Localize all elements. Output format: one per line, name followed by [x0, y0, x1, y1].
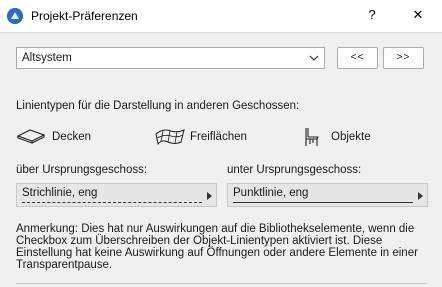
- preset-dropdown[interactable]: Altsystem: [16, 47, 325, 69]
- slab-icon: [16, 129, 46, 144]
- note-text: Anmerkung: Dies hat nur Auswirkungen auf…: [16, 223, 418, 271]
- below-story-label: unter Ursprungsgeschoss:: [227, 164, 362, 176]
- title-bar: Projekt-Präferenzen ? ✕: [0, 0, 442, 32]
- dashed-line-preview: [22, 202, 202, 203]
- next-preset-button[interactable]: >>: [383, 47, 424, 69]
- triangle-right-icon: [207, 192, 212, 200]
- below-linetype-value: Punktlinie, eng: [233, 187, 309, 199]
- app-logo-icon: [7, 8, 23, 24]
- preset-dropdown-value: Altsystem: [22, 52, 72, 64]
- chair-icon: [305, 128, 319, 146]
- window-title: Projekt-Präferenzen: [31, 9, 138, 23]
- slab-label: Decken: [52, 131, 91, 143]
- divider: [16, 283, 426, 284]
- chevron-down-icon: [309, 55, 319, 61]
- help-button[interactable]: ?: [362, 5, 382, 25]
- above-story-label: über Ursprungsgeschoss:: [16, 164, 148, 176]
- above-linetype-selector[interactable]: Strichlinie, eng: [16, 183, 217, 207]
- mesh-icon: [155, 129, 185, 146]
- below-linetype-selector[interactable]: Punktlinie, eng: [227, 183, 428, 207]
- dialog-body: Altsystem << >> Linientypen für die Dars…: [0, 32, 442, 287]
- mesh-label: Freiflächen: [190, 131, 247, 143]
- close-button[interactable]: ✕: [408, 5, 428, 25]
- section-heading: Linientypen für die Darstellung in ander…: [16, 100, 300, 112]
- previous-preset-button[interactable]: <<: [337, 47, 378, 69]
- triangle-right-icon: [418, 192, 423, 200]
- object-label: Objekte: [331, 131, 371, 143]
- above-linetype-value: Strichlinie, eng: [22, 187, 98, 199]
- solid-line-preview: [233, 202, 413, 203]
